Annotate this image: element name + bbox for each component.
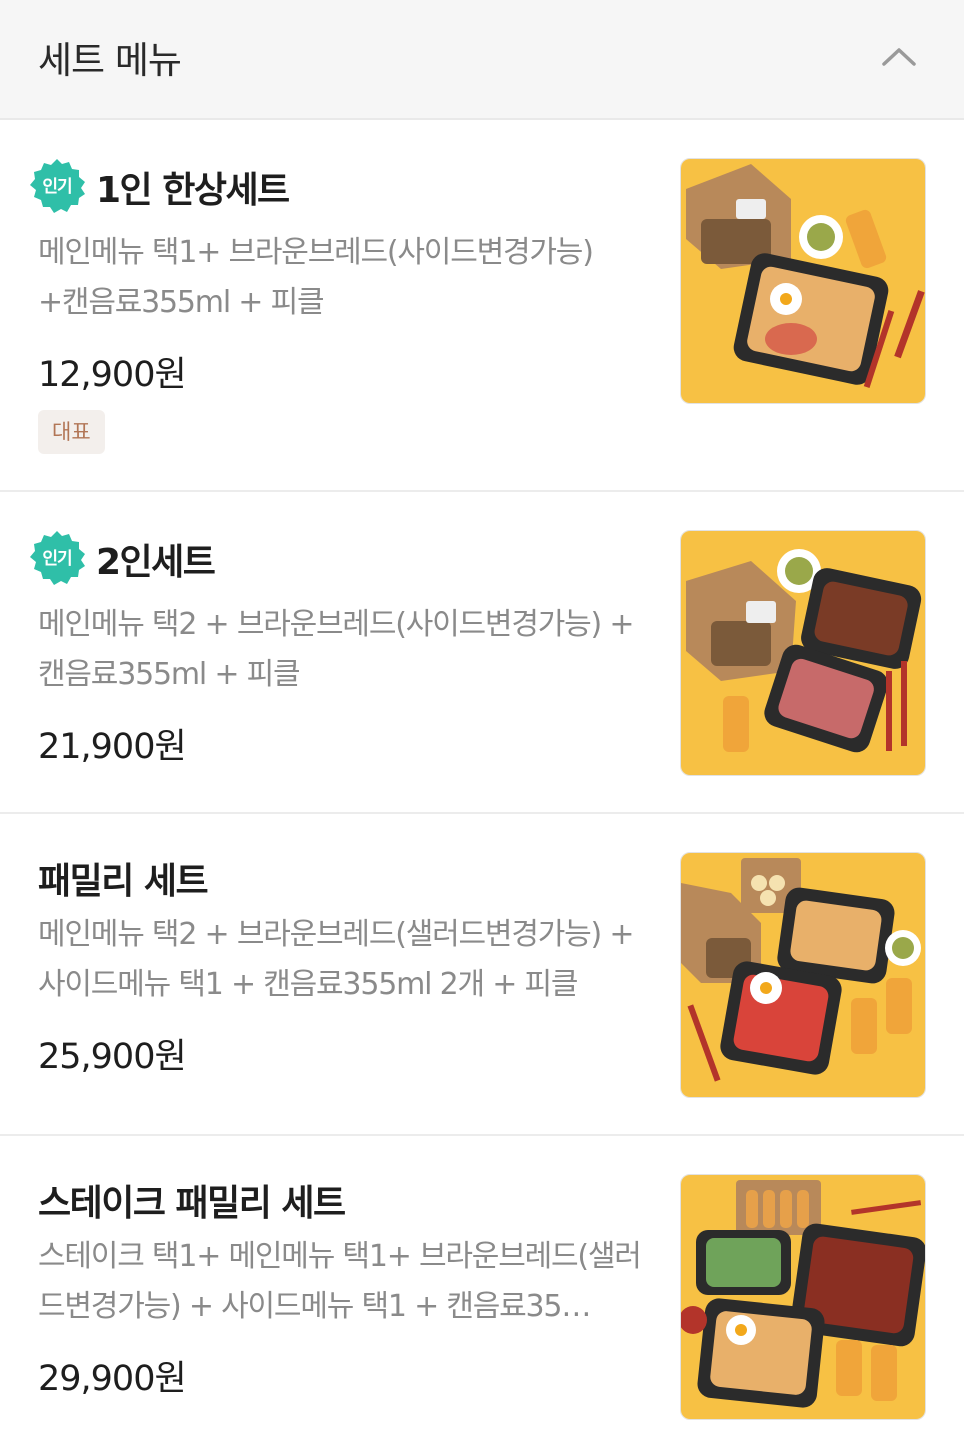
menu-item[interactable]: 인기 2인세트 메인메뉴 택2 + 브라운브레드(사이드변경가능) + 캔음료3… — [0, 492, 964, 814]
menu-item-price: 29,900원 — [38, 1359, 187, 1399]
menu-item-image[interactable] — [680, 1174, 926, 1420]
menu-item-name: 패밀리 세트 — [38, 861, 209, 902]
popular-badge: 인기 — [28, 158, 86, 216]
section-header[interactable]: 세트 메뉴 — [0, 0, 964, 120]
chevron-up-icon[interactable] — [882, 40, 916, 74]
menu-item-image[interactable] — [680, 530, 926, 776]
menu-item-description: 메인메뉴 택2 + 브라운브레드(사이드변경가능) + 캔음료355ml + 피… — [38, 607, 635, 692]
menu-item-price: 25,900원 — [38, 1037, 187, 1077]
section-title: 세트 메뉴 — [38, 39, 182, 82]
popular-badge: 인기 — [28, 530, 86, 588]
menu-item-image[interactable] — [680, 852, 926, 1098]
menu-item-description: 스테이크 택1+ 메인메뉴 택1+ 브라운브레드(샐러드변경가능) + 사이드메… — [38, 1239, 642, 1324]
menu-item-name: 1인 한상세트 — [96, 170, 290, 211]
menu-item[interactable]: 패밀리 세트 메인메뉴 택2 + 브라운브레드(샐러드변경가능) + 사이드메뉴… — [0, 814, 964, 1136]
menu-item-price: 12,900원 — [38, 355, 187, 395]
representative-tag: 대표 — [38, 410, 105, 454]
menu-item[interactable]: 스테이크 패밀리 세트 스테이크 택1+ 메인메뉴 택1+ 브라운브레드(샐러드… — [0, 1136, 964, 1440]
menu-item-price: 21,900원 — [38, 727, 187, 767]
menu-item-name: 2인세트 — [96, 542, 216, 583]
menu-item-description: 메인메뉴 택1+ 브라운브레드(사이드변경가능) +캔음료355ml + 피클 — [38, 235, 594, 320]
menu-item-image[interactable] — [680, 158, 926, 404]
menu-item-description: 메인메뉴 택2 + 브라운브레드(샐러드변경가능) + 사이드메뉴 택1 + 캔… — [38, 917, 635, 1002]
menu-item[interactable]: 인기 1인 한상세트 메인메뉴 택1+ 브라운브레드(사이드변경가능) +캔음료… — [0, 120, 964, 492]
menu-item-name: 스테이크 패밀리 세트 — [38, 1183, 346, 1224]
